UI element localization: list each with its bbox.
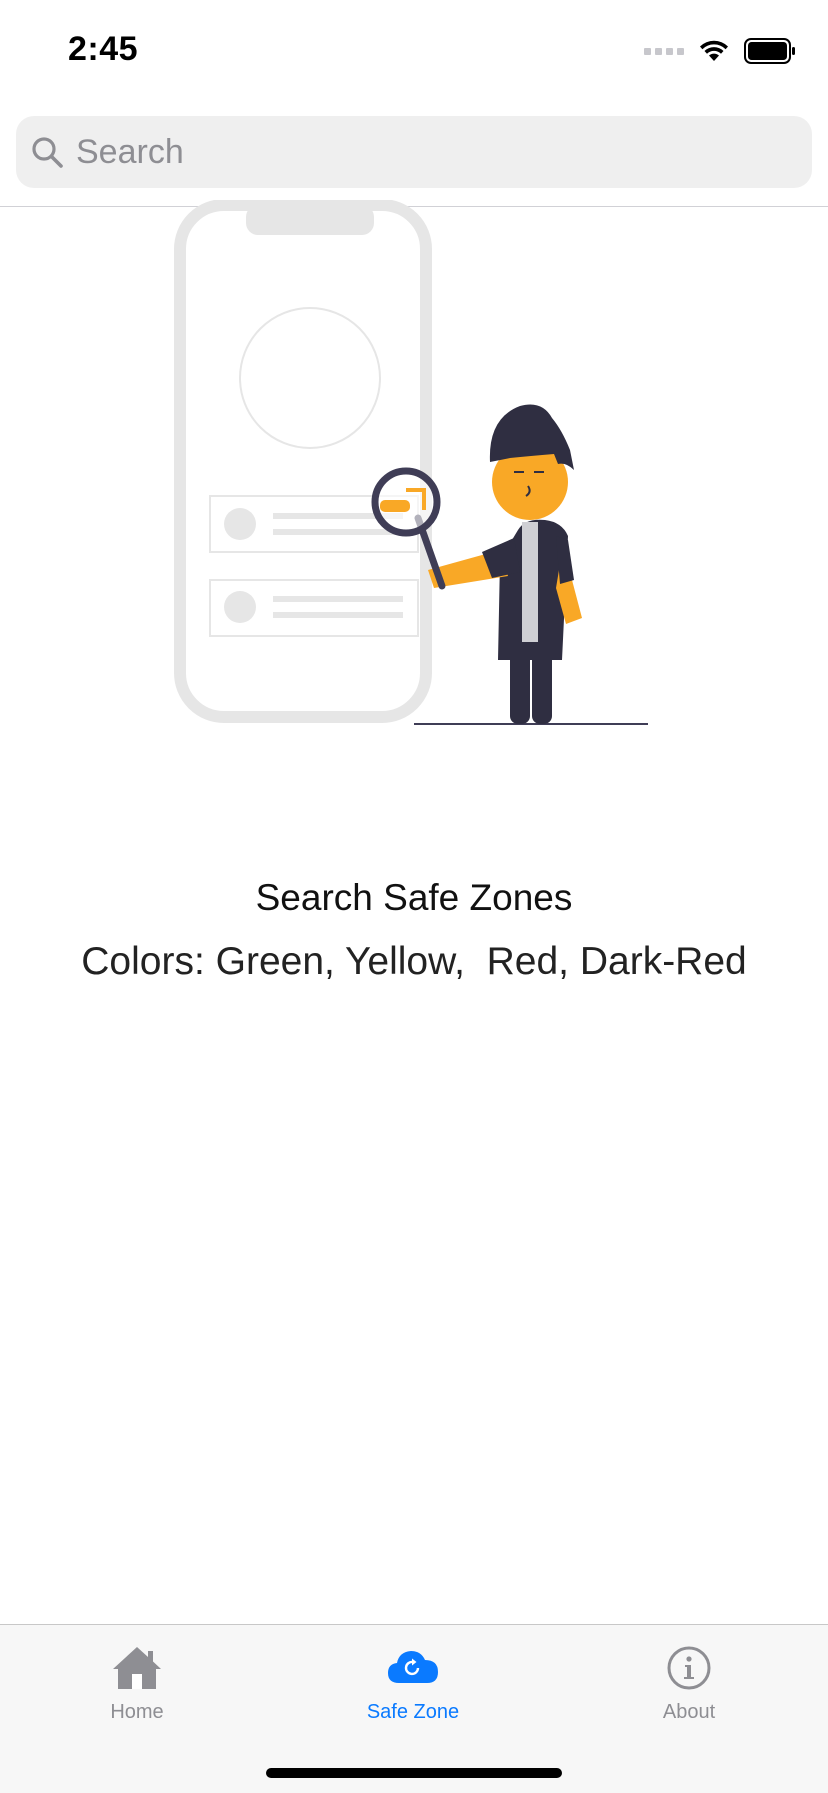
tab-safe-zone[interactable]: Safe Zone bbox=[313, 1643, 513, 1733]
search-field-container[interactable] bbox=[16, 116, 812, 188]
search-bar bbox=[16, 116, 812, 188]
page-subtitle: Colors: Green, Yellow, Red, Dark-Red bbox=[81, 940, 747, 983]
house-icon bbox=[113, 1647, 161, 1689]
cellular-signal-icon bbox=[644, 47, 684, 55]
wifi-icon bbox=[700, 40, 728, 61]
phone-illustration bbox=[174, 200, 432, 723]
status-icons bbox=[644, 36, 796, 66]
cloud-refresh-icon bbox=[388, 1651, 438, 1683]
home-indicator[interactable] bbox=[266, 1768, 562, 1778]
page-title: Search Safe Zones bbox=[255, 877, 573, 918]
info-circle-icon bbox=[667, 1646, 711, 1690]
search-icon bbox=[32, 137, 63, 168]
person-with-magnifier-illustration bbox=[174, 200, 648, 725]
tab-about-label: About bbox=[662, 1701, 716, 1723]
battery-icon bbox=[744, 38, 795, 64]
tab-home[interactable]: Home bbox=[37, 1643, 237, 1733]
status-time: 2:45 bbox=[68, 30, 139, 68]
search-input[interactable] bbox=[74, 131, 778, 173]
tab-about[interactable]: About bbox=[589, 1643, 789, 1733]
tab-safe-zone-label: Safe Zone bbox=[366, 1701, 460, 1723]
person-illustration bbox=[371, 404, 582, 724]
status-bar: 2:45 bbox=[0, 0, 828, 100]
tab-home-label: Home bbox=[110, 1701, 164, 1723]
